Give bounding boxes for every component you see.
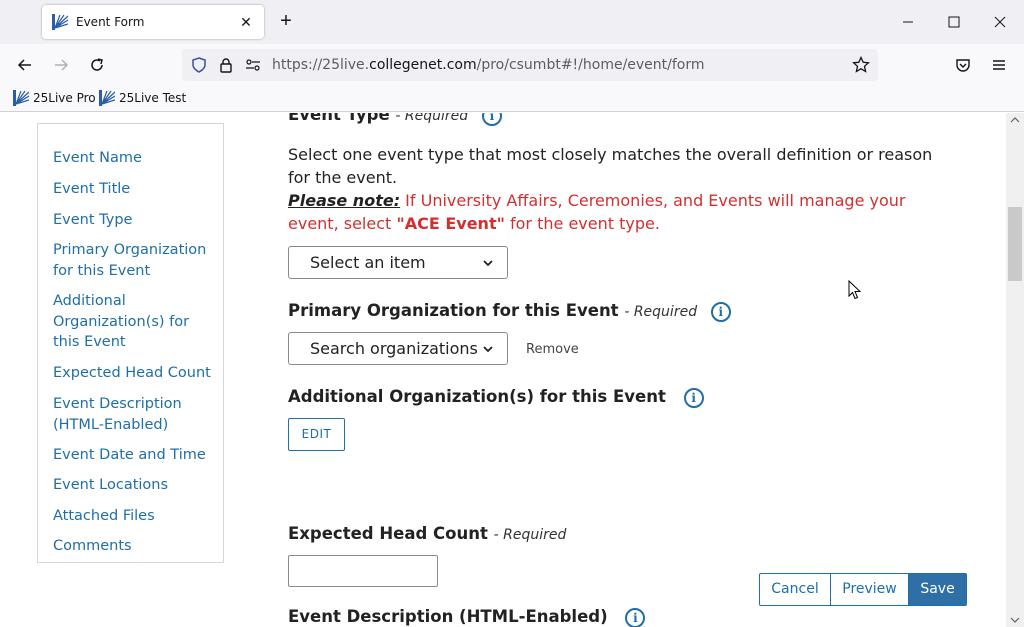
edit-additional-orgs-button[interactable]: EDIT bbox=[288, 418, 345, 451]
chevron-down-icon bbox=[483, 260, 493, 267]
lock-icon[interactable] bbox=[218, 57, 234, 73]
url-text: https://25live.collegenet.com/pro/csumbt… bbox=[272, 57, 705, 73]
mouse-cursor-icon bbox=[848, 280, 862, 300]
bookmark-label: 25Live Test bbox=[119, 91, 187, 105]
url-bar[interactable]: https://25live.collegenet.com/pro/csumbt… bbox=[182, 49, 878, 81]
forward-icon[interactable] bbox=[49, 54, 73, 76]
remove-organization-link[interactable]: Remove bbox=[526, 342, 579, 357]
event-type-select[interactable]: Select an item bbox=[288, 246, 508, 279]
sidebar-item-expected-head-count[interactable]: Expected Head Count bbox=[53, 363, 218, 384]
event-type-heading: Event Type - Required i bbox=[288, 113, 502, 126]
info-icon[interactable]: i bbox=[625, 607, 646, 627]
tab-title: Event Form bbox=[76, 15, 145, 29]
page-scrollbar[interactable] bbox=[1006, 113, 1024, 627]
save-button[interactable]: Save bbox=[909, 573, 967, 606]
preview-button[interactable]: Preview bbox=[831, 573, 909, 606]
info-icon[interactable]: i bbox=[683, 387, 704, 408]
close-window-icon[interactable] bbox=[990, 12, 1010, 32]
form-section-nav: Event Name Event Title Event Type Primar… bbox=[37, 123, 224, 563]
additional-org-heading: Additional Organization(s) for this Even… bbox=[288, 387, 704, 408]
sidebar-item-event-type[interactable]: Event Type bbox=[53, 210, 218, 231]
cancel-button[interactable]: Cancel bbox=[759, 573, 831, 606]
reload-icon[interactable] bbox=[85, 54, 109, 76]
head-count-heading: Expected Head Count - Required bbox=[288, 524, 567, 543]
sidebar-item-event-title[interactable]: Event Title bbox=[53, 179, 218, 200]
sidebar-item-primary-organization[interactable]: Primary Organization for this Event bbox=[53, 240, 218, 281]
sidebar-item-event-description[interactable]: Event Description (HTML-Enabled) bbox=[53, 394, 218, 435]
25live-favicon-icon bbox=[52, 14, 68, 30]
browser-tab[interactable]: Event Form ✕ bbox=[42, 5, 264, 39]
sidebar-item-event-name[interactable]: Event Name bbox=[53, 148, 218, 169]
scroll-down-icon[interactable] bbox=[1010, 616, 1020, 624]
event-description-heading: Event Description (HTML-Enabled) i bbox=[288, 607, 646, 627]
sidebar-item-event-date-time[interactable]: Event Date and Time bbox=[53, 445, 218, 466]
maximize-icon[interactable] bbox=[944, 12, 964, 32]
sidebar-item-event-locations[interactable]: Event Locations bbox=[53, 475, 218, 496]
head-count-input[interactable] bbox=[288, 555, 438, 587]
tab-strip: Event Form ✕ + bbox=[0, 0, 1024, 44]
minimize-icon[interactable] bbox=[898, 12, 918, 32]
pocket-icon[interactable] bbox=[951, 54, 975, 76]
permissions-icon[interactable] bbox=[245, 57, 261, 73]
25live-logo-icon bbox=[13, 90, 29, 106]
close-tab-icon[interactable]: ✕ bbox=[236, 12, 256, 32]
bookmark-star-icon[interactable] bbox=[852, 56, 870, 74]
back-icon[interactable] bbox=[13, 54, 37, 76]
bookmark-25live-test[interactable]: 25Live Test bbox=[99, 90, 186, 106]
chevron-down-icon bbox=[483, 346, 493, 353]
menu-icon[interactable] bbox=[987, 54, 1011, 76]
info-icon[interactable]: i bbox=[481, 113, 502, 126]
form-action-buttons: Cancel Preview Save bbox=[759, 573, 967, 606]
new-tab-icon[interactable]: + bbox=[276, 11, 296, 31]
bookmarks-toolbar: 25Live Pro 25Live Test bbox=[0, 86, 1024, 112]
info-icon[interactable]: i bbox=[710, 301, 731, 322]
event-type-description: Select one event type that most closely … bbox=[288, 145, 933, 233]
navigation-toolbar: https://25live.collegenet.com/pro/csumbt… bbox=[0, 44, 1024, 86]
sidebar-item-attached-files[interactable]: Attached Files bbox=[53, 506, 218, 527]
scrollbar-thumb[interactable] bbox=[1008, 207, 1022, 281]
25live-logo-icon bbox=[99, 90, 115, 106]
bookmark-label: 25Live Pro bbox=[33, 91, 96, 105]
sidebar-item-comments[interactable]: Comments bbox=[53, 536, 218, 557]
scroll-up-icon[interactable] bbox=[1010, 116, 1020, 124]
organization-search-select[interactable]: Search organizations bbox=[288, 332, 508, 365]
bookmark-25live-pro[interactable]: 25Live Pro bbox=[13, 90, 96, 106]
primary-org-heading: Primary Organization for this Event - Re… bbox=[288, 301, 731, 322]
page-content: Event Name Event Title Event Type Primar… bbox=[0, 113, 1006, 627]
shield-icon[interactable] bbox=[191, 57, 207, 73]
please-note-label: Please note: bbox=[288, 191, 401, 210]
sidebar-item-additional-organizations[interactable]: Additional Organization(s) for this Even… bbox=[53, 291, 218, 353]
